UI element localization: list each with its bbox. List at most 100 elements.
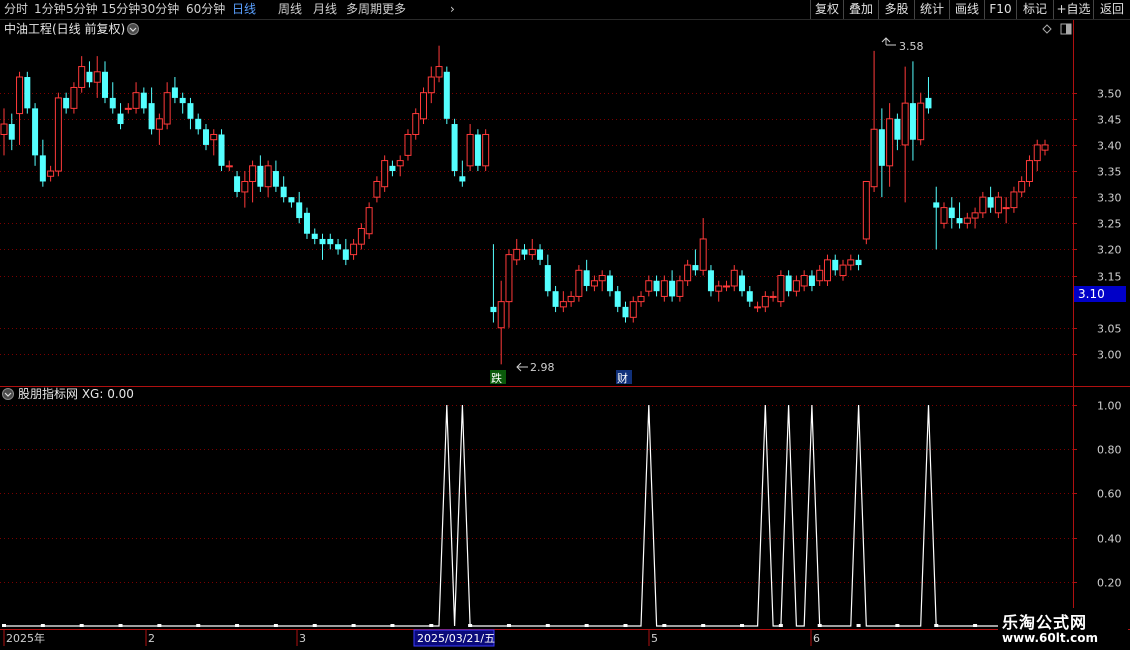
candle-body	[0, 123, 8, 135]
candle	[427, 66, 435, 104]
candle-body	[528, 248, 536, 256]
candle-body	[155, 118, 163, 130]
timeline-label: 2025年	[6, 631, 45, 645]
candle-body	[249, 165, 257, 182]
xg-signal-line	[4, 404, 1045, 627]
candle-body	[288, 197, 295, 203]
candle-body	[606, 275, 613, 292]
indicator-tick-label: 0.20	[1097, 577, 1122, 590]
candle-body	[1041, 144, 1049, 151]
candle-body	[637, 295, 645, 303]
candle-body	[420, 92, 428, 120]
candle-body	[1018, 180, 1026, 193]
candle	[715, 280, 723, 302]
candle	[994, 191, 1002, 219]
indicator-dropdown-icon[interactable]	[2, 388, 14, 400]
xg-zero-marker	[429, 624, 434, 627]
high-value: 3.58	[899, 40, 924, 53]
candle	[195, 113, 202, 135]
timeline-label: 5	[651, 632, 658, 645]
xg-zero-marker	[351, 624, 356, 627]
candle-body	[816, 269, 824, 282]
candle-body	[715, 285, 723, 292]
candle-body	[645, 280, 653, 292]
candle-body	[171, 87, 178, 98]
candle	[739, 270, 746, 297]
candle	[148, 87, 155, 135]
candle	[365, 202, 373, 239]
cursor-date-box: 2025/03/21/五	[413, 629, 495, 647]
candle-body	[109, 97, 116, 109]
candle-body	[917, 102, 925, 141]
candle	[777, 270, 785, 307]
candle-body	[210, 133, 218, 141]
indicator-axis: 1.00 0.80 0.60 0.40 0.20	[1073, 400, 1122, 590]
candle	[785, 270, 792, 297]
candle-body	[792, 280, 800, 292]
candle	[264, 160, 272, 198]
candle	[179, 92, 186, 114]
candle	[412, 108, 420, 140]
candle-body	[544, 265, 551, 292]
candle	[163, 82, 171, 130]
candle	[70, 82, 78, 114]
price-tick-label: 3.35	[1097, 166, 1122, 179]
candle-body	[832, 259, 839, 271]
candle	[202, 124, 209, 151]
candle	[1033, 139, 1041, 172]
candle	[335, 238, 342, 255]
candle-body	[497, 301, 505, 329]
candle-body	[396, 160, 404, 167]
price-tick-label: 3.25	[1097, 218, 1122, 231]
candle-body	[335, 244, 342, 250]
xg-zero-marker	[390, 624, 395, 627]
candle-body	[676, 280, 684, 297]
xg-zero-marker	[196, 624, 201, 627]
candle-body	[124, 107, 132, 110]
candle-body	[901, 102, 909, 146]
candle	[16, 71, 24, 145]
watermark-url: www.60lt.com	[1002, 631, 1099, 645]
fall-marker[interactable]: 跌	[490, 370, 506, 385]
diamond-icon[interactable]	[1042, 24, 1052, 34]
price-tick-label: 3.05	[1097, 323, 1122, 336]
candle	[225, 160, 233, 172]
candle	[513, 238, 521, 266]
panel-toggle-icon[interactable]	[1060, 23, 1072, 35]
candle-body	[342, 249, 349, 260]
candle-body	[521, 249, 528, 255]
candle-body	[427, 76, 435, 94]
current-price-box: 3.10	[1074, 286, 1126, 302]
candle	[288, 197, 295, 208]
xg-zero-marker	[934, 624, 939, 627]
candle	[606, 270, 613, 297]
candle	[707, 265, 714, 297]
xg-zero-marker	[79, 624, 84, 627]
candle-body	[365, 207, 373, 235]
candle-body	[195, 118, 202, 130]
finance-marker[interactable]: 财	[616, 370, 632, 385]
candle	[140, 87, 147, 114]
candle	[862, 180, 870, 245]
title-dropdown-icon[interactable]	[127, 23, 139, 35]
candle-body	[761, 295, 769, 308]
candle-body	[218, 134, 225, 166]
candle-body	[350, 243, 358, 256]
candle-body	[847, 259, 855, 266]
candle	[8, 113, 15, 151]
price-tick-label: 3.40	[1097, 140, 1122, 153]
candle	[1002, 197, 1010, 224]
candle	[86, 61, 93, 88]
candle-body	[598, 275, 606, 282]
candle-body	[537, 249, 544, 260]
candle-body	[225, 165, 233, 168]
candle-body	[490, 306, 497, 313]
candle-body	[202, 129, 209, 145]
candle-body	[1025, 160, 1033, 182]
candle	[443, 66, 450, 125]
candle-body	[404, 133, 412, 156]
candle	[917, 92, 925, 145]
xg-zero-marker	[2, 624, 6, 627]
candle-body	[894, 118, 901, 140]
candle-body	[117, 113, 124, 125]
